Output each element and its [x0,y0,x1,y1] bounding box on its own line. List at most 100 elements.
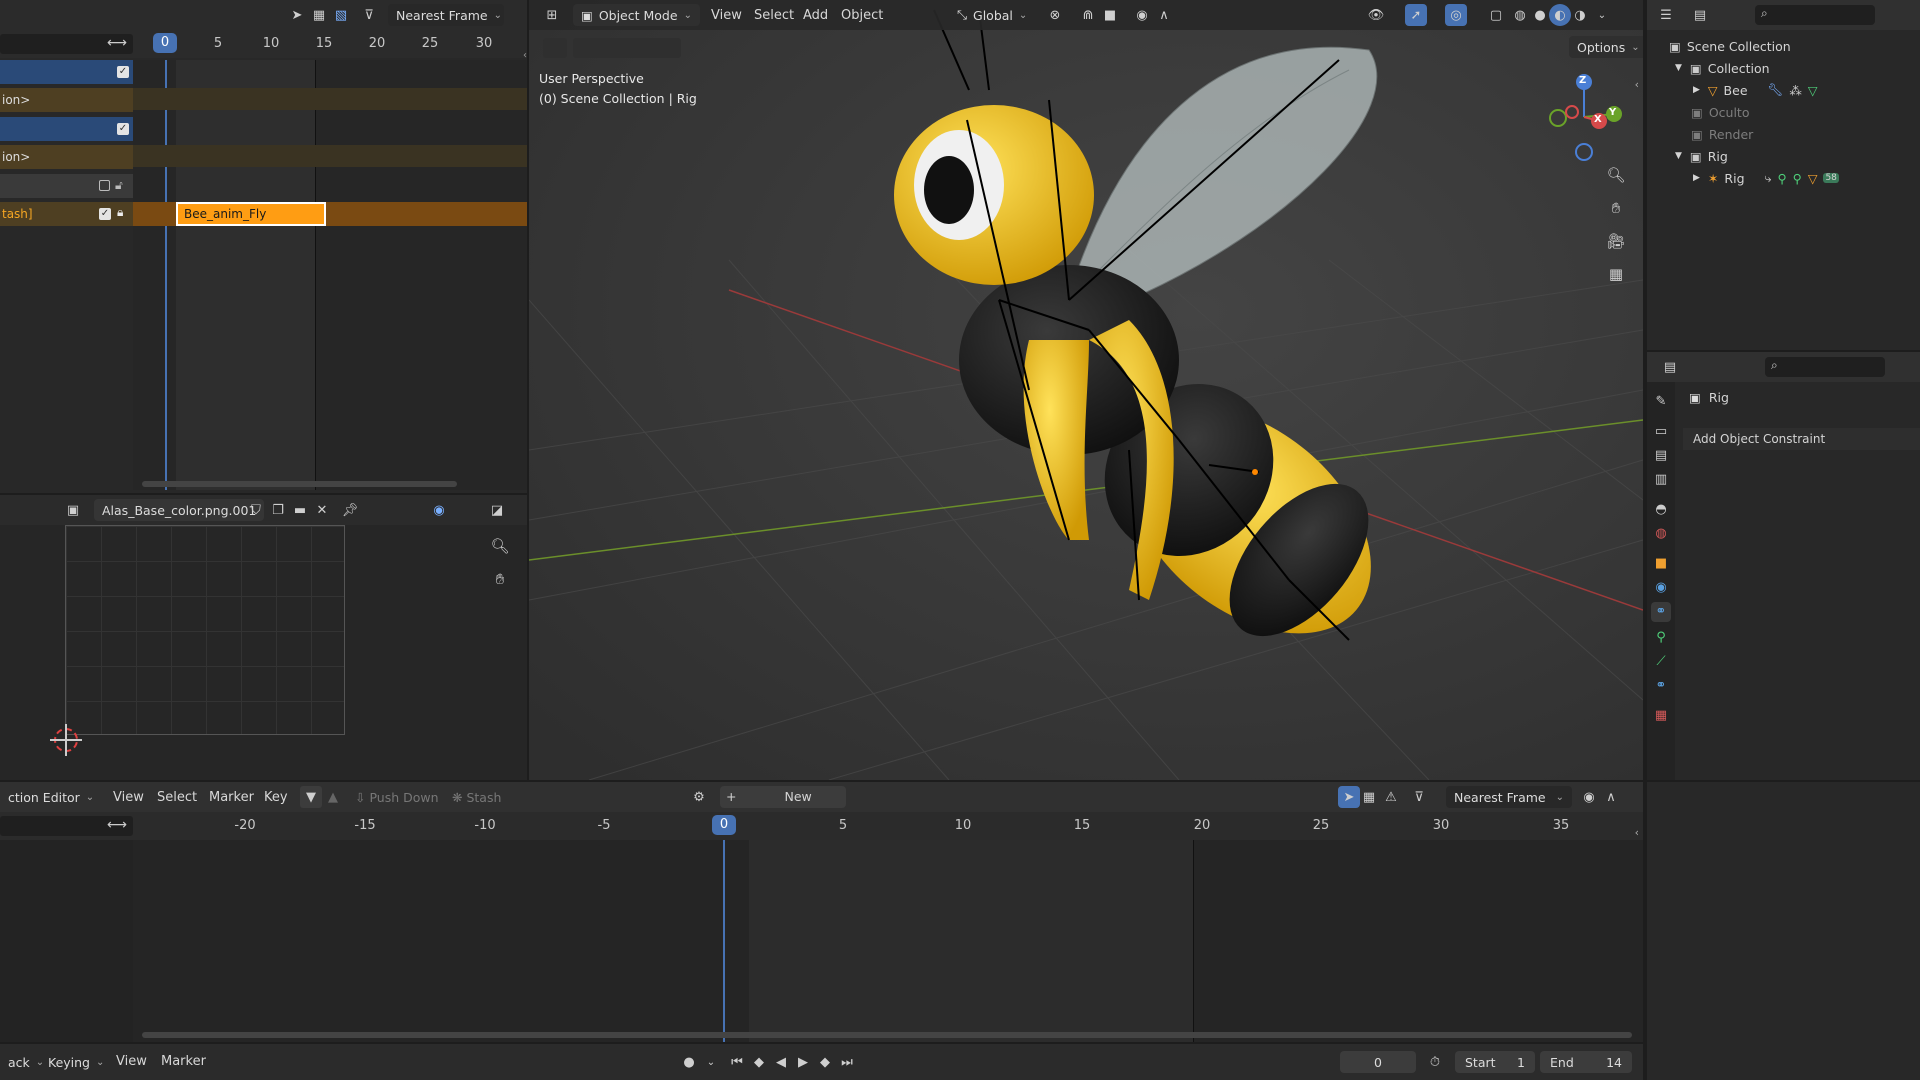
filter-up-icon[interactable]: ▲ [322,786,344,808]
prev-keyframe-icon[interactable]: ◆ [748,1051,770,1073]
nla-scrollbar[interactable] [142,481,457,487]
end-frame-field[interactable]: End 14 [1540,1051,1632,1073]
unlock-icon[interactable]: 🔓︎ [115,178,123,193]
mesh-child-icon[interactable]: ▽ [1808,171,1818,186]
start-frame-field[interactable]: Start 1 [1455,1051,1535,1073]
pose-icon[interactable]: ⚲ [1778,171,1787,186]
menu-view[interactable]: View [113,790,144,805]
swap-icon[interactable]: ⟷ [107,817,127,833]
properties-search-input[interactable]: ⌕ [1765,357,1885,377]
navigation-gizmo[interactable]: Z Y X [1544,72,1624,162]
menu-key[interactable]: Key [264,790,288,805]
bone-tab-icon[interactable]: ⟋ [1651,652,1671,672]
new-action-button[interactable]: + New [720,786,846,808]
menu-add[interactable]: Add [803,8,828,23]
pin-icon[interactable]: 📌︎ [339,499,361,521]
action-browse-icon[interactable]: ⚙ [688,786,710,808]
outliner-row-bee[interactable]: ▶ ▽ Bee 🔧︎ ⁂ ▽ [1647,79,1920,101]
overlays-icon[interactable]: ◎ [1445,4,1467,26]
warning-icon[interactable]: ⚠ [1380,786,1402,808]
nla-track-6[interactable]: tash] [0,202,133,226]
select-tool-icon[interactable]: ➤ [286,4,308,26]
zoom-icon[interactable]: 🔍︎ [1605,164,1627,186]
editor-type-dropdown[interactable]: ction Editor ⌄ [0,786,100,808]
pan-hand-icon[interactable]: ✋︎ [489,568,511,590]
pivot-icon[interactable]: ⊗ [1044,4,1066,26]
falloff-icon[interactable]: ∧ [1153,4,1175,26]
nla-track-5[interactable] [0,174,133,198]
action-search-field[interactable]: ⟷ [0,816,133,836]
nla-track-4[interactable]: ion> [0,145,133,169]
push-down-button[interactable]: ⇩ Push Down [355,790,439,805]
action-keyframe-area[interactable] [133,840,1643,1042]
scene-tab-icon[interactable]: ◓ [1651,500,1671,520]
play-reverse-icon[interactable]: ◀ [770,1051,792,1073]
options-dropdown[interactable]: Options ⌄ [1569,36,1643,58]
tool-tab-icon[interactable]: ✎ [1651,392,1671,412]
constraints-tab-icon[interactable]: ⚭ [1651,602,1671,622]
nla-track-1[interactable] [0,60,133,84]
select-tool-icon[interactable]: ➤ [1338,786,1360,808]
orientation-dropdown[interactable]: ⤡ Global ⌄ [949,4,1035,26]
close-icon[interactable]: ✕ [311,499,333,521]
keying-dropdown[interactable]: Keying ⌄ [40,1051,112,1073]
record-icon[interactable]: ● [678,1051,700,1073]
menu-view[interactable]: View [711,8,742,23]
falloff-icon[interactable]: ∧ [1600,786,1622,808]
nla-search-field[interactable]: ⟷ [0,34,133,54]
expand-arrow-icon[interactable]: ▶ [1693,85,1700,95]
menu-select[interactable]: Select [157,790,197,805]
constraint-icon[interactable]: ⤷ [1765,170,1772,186]
collapse-arrow-icon[interactable]: ‹ [523,50,527,61]
snap-mode-dropdown[interactable]: Nearest Frame ⌄ [1446,786,1572,808]
nla-track-2[interactable]: ion> [0,88,133,112]
filter-icon[interactable]: ⊽ [1408,786,1430,808]
armature-data-icon[interactable]: ⚲ [1793,171,1802,186]
track-checkbox[interactable]: ✓ [117,123,129,135]
zoom-icon[interactable]: 🔍︎ [489,535,511,557]
action-channels[interactable] [0,840,133,1042]
visibility-eye-icon[interactable]: 👁︎ [1365,4,1387,26]
sidebar-toggle-icon[interactable]: ‹ [1635,78,1639,91]
nla-ruler[interactable]: ⟷ 0 5 10 15 20 25 30 [0,30,527,58]
view-layer-tab-icon[interactable]: ▥ [1651,470,1671,490]
outliner-search-input[interactable]: ⌕ [1755,5,1875,25]
outliner-row-scene-collection[interactable]: ▣ Scene Collection [1647,35,1920,57]
camera-icon[interactable]: 🎥︎ [1605,230,1627,252]
overlay-icon[interactable]: ◉ [428,499,450,521]
mode-dropdown[interactable]: ▣ Object Mode ⌄ [573,4,700,26]
nla-channel-area[interactable] [133,60,527,490]
add-object-constraint-button[interactable]: Add Object Constraint [1683,428,1920,450]
tweak-select-icon[interactable]: ▧ [330,4,352,26]
xray-icon[interactable]: ▢ [1485,4,1507,26]
texture-tab-icon[interactable]: ▦ [1651,706,1671,726]
pan-hand-icon[interactable]: ✋︎ [1605,197,1627,219]
shading-options-icon[interactable]: ⌄ [1591,4,1613,26]
image-editor-type-icon[interactable]: ▣ [62,499,84,521]
action-scrollbar[interactable] [142,1032,1632,1038]
vertex-group-icon[interactable]: ⁂ [1789,83,1802,98]
stash-button[interactable]: ❋ Stash [452,790,501,805]
display-channels-icon[interactable]: ◪ [486,499,508,521]
box-select-icon[interactable]: ▦ [1358,786,1380,808]
current-frame-field[interactable]: 0 [1340,1051,1416,1073]
outliner-row-render[interactable]: ▣ Render [1647,123,1920,145]
action-playhead[interactable] [723,840,725,1042]
jump-start-icon[interactable]: ⏮ [726,1051,748,1073]
gizmo-toggle-icon[interactable]: ➚ [1405,4,1427,26]
collapse-arrow-icon[interactable]: ‹ [1635,826,1639,839]
proportional-edit-icon[interactable]: ◉ [1131,4,1153,26]
snap-mode-dropdown[interactable]: Nearest Frame ⌄ [388,4,504,26]
grid-view-icon[interactable]: ▦ [1605,263,1627,285]
wireframe-shading-icon[interactable]: ◍ [1509,4,1531,26]
2d-cursor-icon[interactable] [50,724,82,756]
outliner-row-oculto[interactable]: ▣ Oculto [1647,101,1920,123]
output-tab-icon[interactable]: ▤ [1651,446,1671,466]
swap-icon[interactable]: ⟷ [107,35,127,51]
solid-shading-icon[interactable]: ● [1529,4,1551,26]
menu-select[interactable]: Select [754,8,794,23]
box-select-icon[interactable]: ▦ [308,4,330,26]
render-tab-icon[interactable]: ▭ [1651,422,1671,442]
bone-constraint-tab-icon[interactable]: ⚭ [1651,676,1671,696]
editor-type-icon[interactable]: ⊞ [541,4,563,26]
